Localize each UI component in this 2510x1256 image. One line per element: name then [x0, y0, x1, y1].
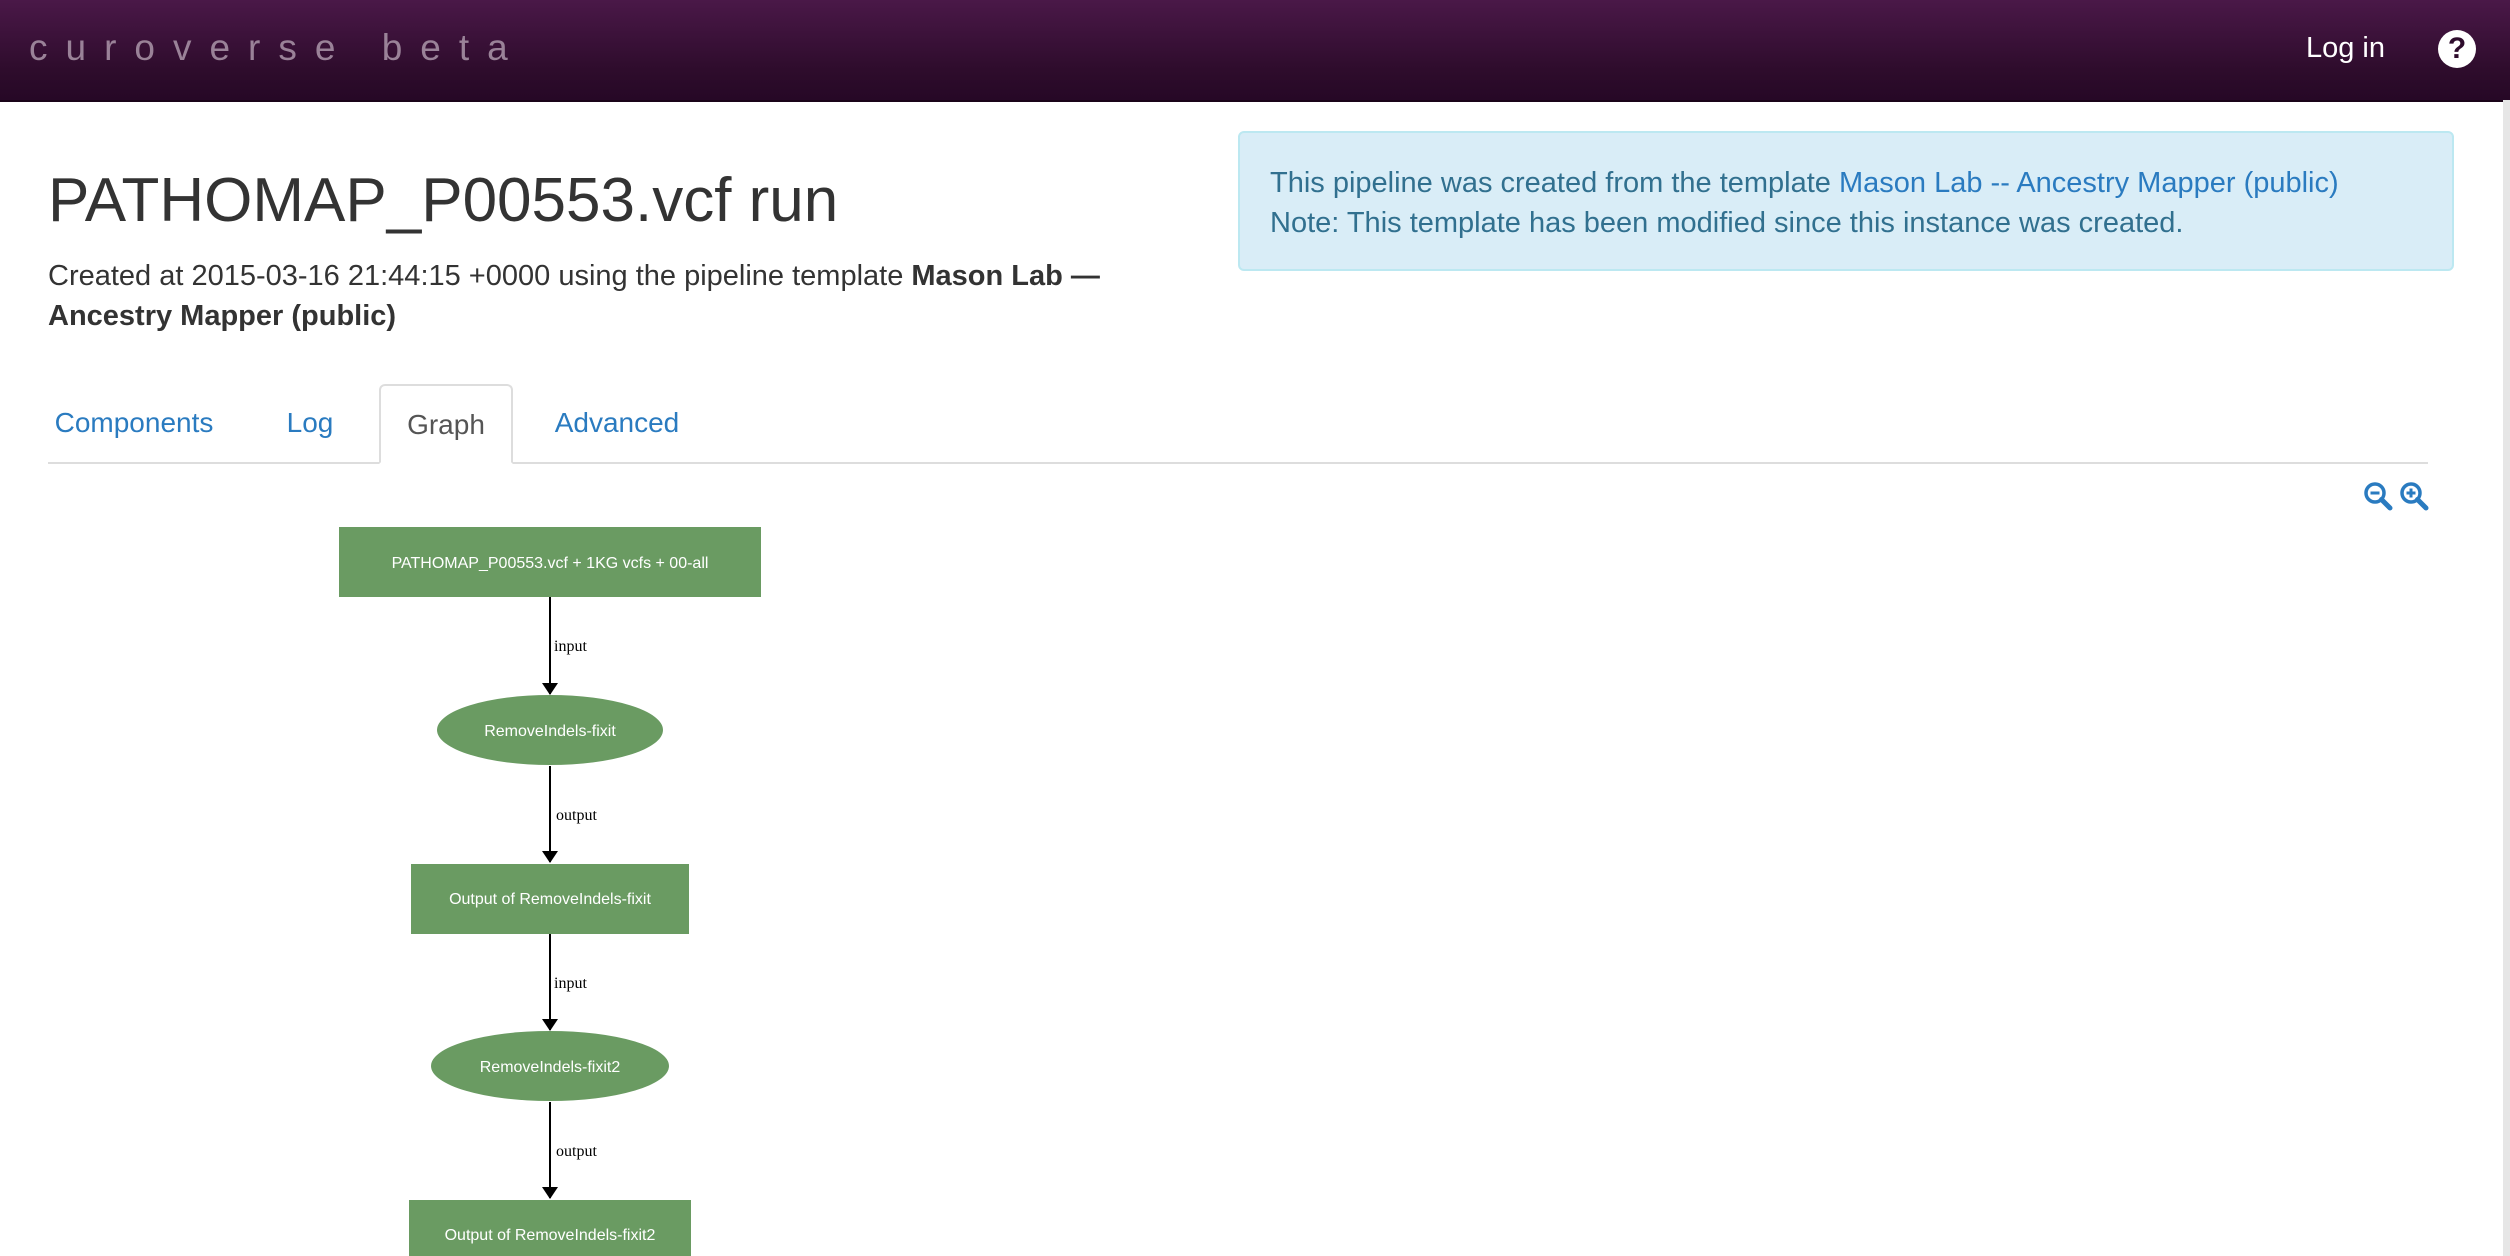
- graph-edge: input: [542, 597, 587, 695]
- pipeline-graph: input output input output PATHOMAP_P0055…: [339, 527, 761, 1256]
- graph-edge: output: [542, 766, 597, 863]
- graph-node-output[interactable]: Output of RemoveIndels-fixit: [411, 864, 689, 934]
- alert-text: This pipeline was created from the templ…: [1270, 167, 1839, 199]
- graph-node-input[interactable]: PATHOMAP_P00553.vcf + 1KG vcfs + 00-all: [339, 527, 761, 597]
- created-info: Created at 2015-03-16 21:44:15 +0000 usi…: [48, 256, 1228, 336]
- graph-node-output[interactable]: Output of RemoveIndels-fixit2: [409, 1200, 691, 1256]
- template-alert: This pipeline was created from the templ…: [1238, 131, 2454, 271]
- graph-edge: output: [542, 1102, 597, 1199]
- node-label: RemoveIndels-fixit: [484, 723, 616, 740]
- top-navbar: curoverse beta Log in ?: [0, 0, 2510, 102]
- node-label: PATHOMAP_P00553.vcf + 1KG vcfs + 00-all: [392, 555, 709, 572]
- tab-log[interactable]: Log: [256, 384, 364, 464]
- brand-logo[interactable]: curoverse beta: [29, 27, 526, 69]
- edge-label: output: [556, 1143, 597, 1160]
- edge-label: output: [556, 807, 597, 824]
- created-text: Created at 2015-03-16 21:44:15 +0000 usi…: [48, 260, 912, 292]
- graph-node-job[interactable]: RemoveIndels-fixit2: [431, 1031, 669, 1101]
- node-label: Output of RemoveIndels-fixit: [449, 891, 651, 908]
- page-title: PATHOMAP_P00553.vcf run: [48, 166, 839, 235]
- tab-advanced[interactable]: Advanced: [529, 384, 705, 464]
- node-label: RemoveIndels-fixit2: [480, 1059, 621, 1076]
- alert-line-2: Note: This template has been modified si…: [1270, 207, 2184, 239]
- edge-label: input: [554, 638, 587, 655]
- question-circle-icon[interactable]: ?: [2438, 30, 2476, 68]
- node-label: Output of RemoveIndels-fixit2: [445, 1227, 656, 1244]
- alert-line-1: This pipeline was created from the templ…: [1270, 163, 2422, 203]
- template-link[interactable]: Mason Lab -- Ancestry Mapper (public): [1839, 167, 2339, 199]
- graph-edge: input: [542, 934, 587, 1031]
- login-link[interactable]: Log in: [2306, 32, 2385, 65]
- tab-graph[interactable]: Graph: [379, 384, 513, 464]
- tab-components[interactable]: Components: [48, 384, 220, 464]
- tab-bar: Components Log Graph Advanced: [48, 384, 2428, 464]
- graph-node-job[interactable]: RemoveIndels-fixit: [437, 695, 663, 765]
- edge-label: input: [554, 975, 587, 992]
